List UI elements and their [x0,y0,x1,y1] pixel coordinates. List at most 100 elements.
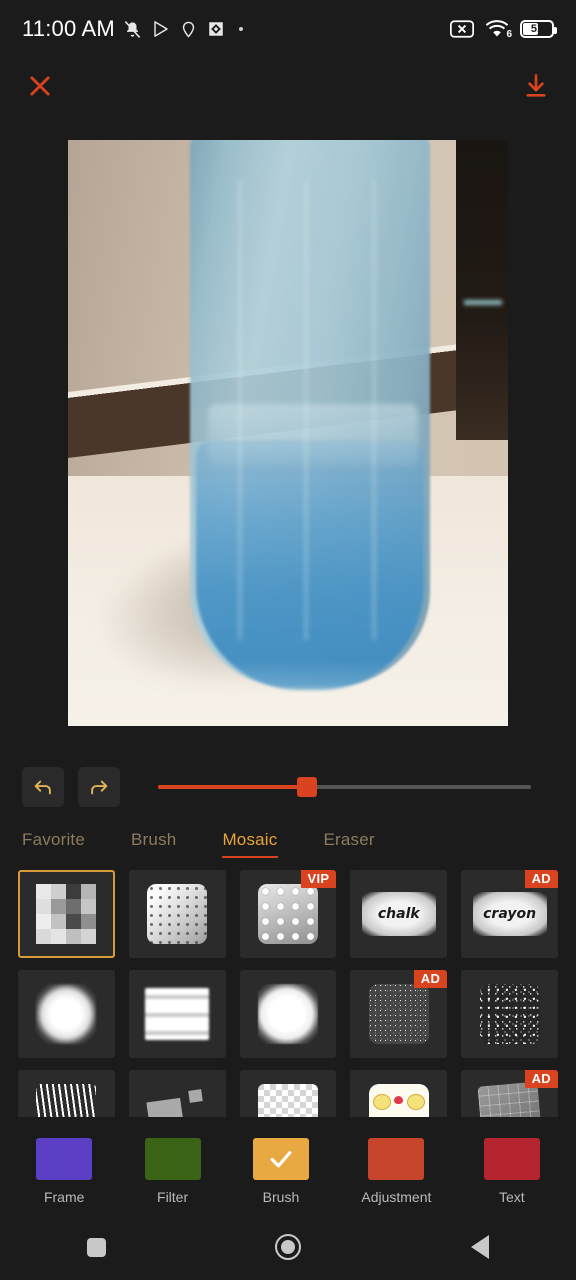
battery-icon: 51 [520,20,557,38]
battery-percent-label: 51 [530,23,544,35]
tool-label: Filter [157,1188,189,1205]
tool-swatch [252,1137,309,1180]
tool-brush[interactable]: Brush [252,1137,309,1205]
ad-badge: AD [524,870,558,888]
photo-bottle-ridge-3 [372,180,376,640]
status-time: 11:00 AM [22,16,115,41]
tool-swatch [483,1137,540,1180]
photo-highlight [464,300,502,305]
brush-swatch [257,884,318,944]
tool-swatch [36,1137,93,1180]
location-pin-icon [182,21,195,38]
photo-bottle-ridge-1 [238,180,242,640]
download-icon [526,74,546,97]
editor-toolbar: Frame Filter Brush Adjustment Text [0,1128,576,1214]
brush-size-slider[interactable] [158,775,531,799]
brush-swatch [368,1084,429,1117]
brush-item-brush-chalk[interactable]: chalk [350,870,448,958]
brush-swatch [257,984,318,1044]
tab-label: Brush [131,830,177,849]
overflow-dot-icon [238,27,243,31]
tool-swatch [368,1137,425,1180]
no-sim-icon [450,20,474,38]
tab-label: Mosaic [222,830,278,849]
brush-item-mosaic-lego[interactable]: VIP [239,870,337,958]
brush-swatch [257,1084,318,1117]
triangle-left-icon [471,1235,489,1259]
tab-mosaic[interactable]: Mosaic [222,830,278,858]
brush-swatch: chalk [361,892,436,936]
brush-swatch [146,1084,207,1117]
redo-button[interactable] [78,767,120,807]
brush-swatch [368,984,429,1044]
tab-label: Eraser [323,830,375,849]
brush-item-brush-cloud[interactable] [18,970,115,1058]
tool-filter[interactable]: Filter [144,1137,201,1205]
brush-item-brush-splat[interactable] [239,970,337,1058]
home-button[interactable] [253,1225,323,1269]
status-left-icons [123,20,243,39]
brush-item-brush-grain[interactable]: AD [350,970,448,1058]
tool-swatch [144,1137,201,1180]
photo-bottle-ridge-2 [304,180,308,640]
tool-frame[interactable]: Frame [36,1137,93,1205]
save-button[interactable] [522,72,550,100]
close-icon [30,76,50,96]
brush-item-mosaic-dots[interactable] [128,870,226,958]
back-button[interactable] [445,1225,515,1269]
ad-badge: AD [413,970,448,988]
brush-swatch [145,988,210,1040]
tool-label: Text [498,1188,525,1205]
undo-icon [34,780,51,795]
photo-dark-corner [456,140,508,440]
photo-canvas-area[interactable] [0,114,576,752]
redo-icon [91,780,108,795]
brush-swatch [36,984,97,1044]
brush-item-mosaic-pixel[interactable] [18,870,115,958]
tab-brush[interactable]: Brush [131,830,176,858]
tab-label: Favorite [22,830,86,849]
check-icon [270,1150,292,1167]
google-maps-icon [209,22,223,36]
editor-top-bar [0,58,576,114]
undo-button[interactable] [22,767,64,807]
mute-vibrate-icon [124,20,141,38]
brush-item-brush-shapes[interactable] [128,1070,226,1117]
brush-item-brush-stamp[interactable]: AD [461,1070,558,1117]
tool-adjustment[interactable]: Adjustment [361,1137,432,1205]
brush-swatch: crayon [472,892,547,936]
status-right-icons: 6 51 [450,20,557,40]
brush-item-brush-hatch[interactable] [18,1070,115,1117]
ad-badge: AD [524,1070,558,1088]
tab-favorite[interactable]: Favorite [22,830,85,858]
recents-button[interactable] [61,1225,131,1269]
brush-swatch-label: chalk [377,906,420,922]
square-icon [86,1237,106,1257]
brush-item-brush-crayon[interactable]: crayon AD [461,870,558,958]
tool-label: Adjustment [361,1188,432,1205]
brush-item-brush-checker[interactable] [239,1070,337,1117]
android-navigation-bar [0,1214,576,1280]
wifi-icon: 6 [485,20,512,40]
history-and-size-row [0,752,576,822]
photo-editor-screen: 11:00 AM 6 51 Favorite Brush Mosaic Eras… [0,0,576,1280]
slider-thumb[interactable] [297,777,318,797]
brush-category-tabs: Favorite Brush Mosaic Eraser [0,822,576,858]
tool-label: Frame [43,1188,85,1205]
tool-text[interactable]: Text [483,1137,540,1205]
play-store-icon [154,21,168,37]
circle-icon [275,1234,301,1260]
brush-item-brush-rough[interactable] [461,970,558,1058]
vip-badge: VIP [300,870,337,888]
brush-swatch [479,984,540,1044]
brush-grid: VIP chalk crayon AD AD AD [0,870,576,1117]
tab-eraser[interactable]: Eraser [324,830,375,858]
brush-item-brush-stripes[interactable] [128,970,226,1058]
close-button[interactable] [26,72,54,100]
brush-swatch-label: crayon [483,906,537,922]
brush-item-brush-emoji[interactable] [350,1070,448,1117]
wifi-generation-label: 6 [506,29,512,40]
brush-swatch [36,884,97,944]
edited-photo[interactable] [68,140,508,726]
tool-label: Brush [262,1188,300,1205]
